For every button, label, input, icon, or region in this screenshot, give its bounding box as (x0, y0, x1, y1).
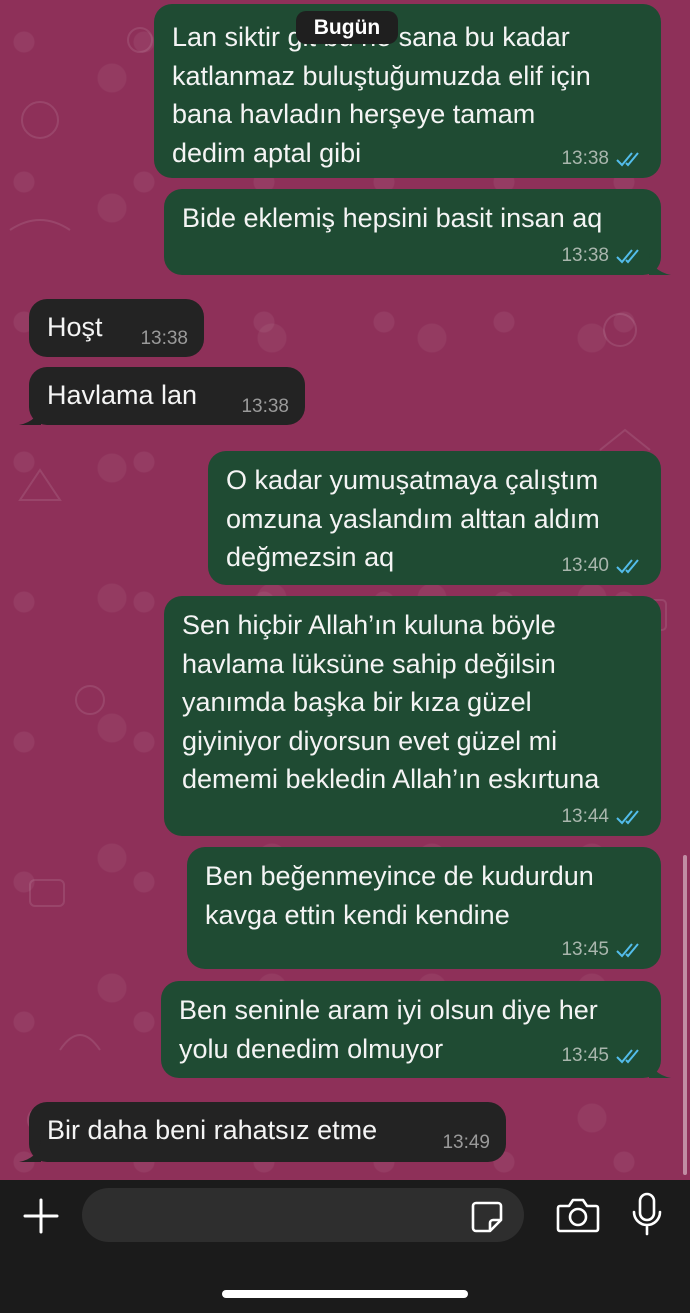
incoming-message[interactable]: Havlama lan 13:38 (19, 367, 305, 425)
message-meta: 13:45 (561, 1046, 645, 1066)
message-meta: 13:49 (442, 1133, 490, 1153)
double-check-icon (616, 1049, 639, 1064)
camera-icon[interactable] (556, 1196, 600, 1234)
double-check-icon (616, 249, 639, 264)
message-text: Ben beğenmeyince de kudurdun kavga ettin… (205, 861, 594, 930)
incoming-message[interactable]: Hoşt 13:38 (29, 299, 204, 357)
message-time: 13:38 (561, 245, 609, 266)
outgoing-message[interactable]: O kadar yumuşatmaya çalıştım omzuna yasl… (208, 451, 661, 585)
double-check-icon (616, 810, 639, 825)
message-time: 13:38 (561, 148, 609, 169)
message-time: 13:38 (241, 396, 289, 417)
bubble-tail (19, 403, 41, 425)
message-time: 13:44 (561, 806, 609, 827)
double-check-icon (616, 943, 639, 958)
bubble-tail (649, 1056, 671, 1078)
message-time: 13:45 (561, 1045, 609, 1066)
outgoing-message[interactable]: Sen hiçbir Allah’ın kuluna böyle havlama… (164, 596, 661, 836)
bubble-tail (19, 1140, 41, 1162)
outgoing-message[interactable]: Ben seninle aram iyi olsun diye her yolu… (161, 981, 671, 1078)
double-check-icon (616, 152, 639, 167)
plus-icon[interactable] (22, 1197, 60, 1235)
message-input-box[interactable] (82, 1188, 524, 1244)
home-indicator (222, 1290, 468, 1298)
message-meta: 13:45 (561, 940, 645, 960)
message-time: 13:49 (442, 1132, 490, 1153)
date-chip: Bugün (296, 11, 398, 44)
incoming-message[interactable]: Bir daha beni rahatsız etme 13:49 (19, 1102, 506, 1162)
message-meta: 13:44 (561, 807, 645, 827)
double-check-icon (616, 559, 639, 574)
sticker-icon[interactable] (470, 1200, 504, 1234)
message-meta: 13:38 (561, 149, 645, 169)
outgoing-message[interactable]: Lan siktir git bu ne sana bu kadar katla… (154, 4, 661, 178)
message-time: 13:45 (561, 939, 609, 960)
outgoing-message[interactable]: Ben beğenmeyince de kudurdun kavga ettin… (187, 847, 661, 969)
message-meta: 13:38 (561, 246, 645, 266)
outgoing-message[interactable]: Bide eklemiş hepsini basit insan aq 13:3… (164, 189, 671, 275)
message-meta: 13:38 (241, 397, 289, 417)
message-text: Sen hiçbir Allah’ın kuluna böyle havlama… (182, 610, 600, 794)
message-time: 13:40 (561, 555, 609, 576)
message-meta: 13:38 (140, 329, 188, 349)
message-text: Bide eklemiş hepsini basit insan aq (182, 203, 603, 233)
message-input[interactable] (102, 1188, 466, 1244)
microphone-icon[interactable] (632, 1192, 662, 1236)
message-meta: 13:40 (561, 556, 645, 576)
scrollbar[interactable] (683, 855, 687, 1175)
message-time: 13:38 (140, 328, 188, 349)
bubble-tail (649, 253, 671, 275)
message-text: Bir daha beni rahatsız etme (47, 1115, 378, 1145)
